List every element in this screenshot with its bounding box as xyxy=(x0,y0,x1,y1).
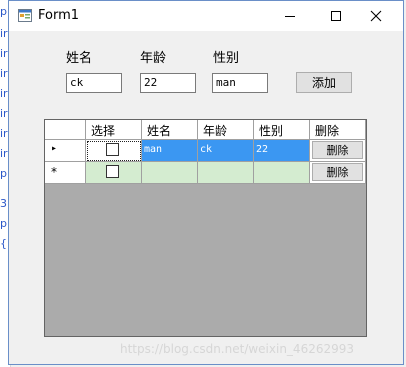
name-label: 姓名 xyxy=(66,51,93,66)
age-input[interactable]: 22 xyxy=(140,73,196,93)
gender-input[interactable]: man xyxy=(212,73,268,93)
title-bar[interactable]: Form1 xyxy=(9,1,403,31)
age-label: 年龄 xyxy=(140,51,167,66)
window-title: Form1 xyxy=(38,8,80,23)
column-header-delete[interactable]: 删除 xyxy=(310,120,366,140)
table-row[interactable]: ▸ man ck 22 删除 xyxy=(45,140,366,162)
name-cell[interactable]: man xyxy=(142,140,198,162)
gender-label: 性别 xyxy=(213,51,240,66)
grid-corner-cell xyxy=(45,120,86,140)
name-cell[interactable] xyxy=(142,162,198,184)
current-row-indicator-icon: ▸ xyxy=(51,143,58,154)
delete-row-button[interactable]: 删除 xyxy=(312,141,363,159)
delete-cell: 删除 xyxy=(310,140,366,162)
minimize-button[interactable] xyxy=(267,1,313,31)
age-cell[interactable]: ck xyxy=(198,140,254,162)
select-cell[interactable] xyxy=(86,162,142,184)
gender-cell[interactable] xyxy=(254,162,310,184)
app-icon xyxy=(18,9,32,22)
column-header-age[interactable]: 年龄 xyxy=(198,120,254,140)
close-button[interactable] xyxy=(353,1,399,31)
table-row-new[interactable]: * 删除 xyxy=(45,162,366,184)
column-header-name[interactable]: 姓名 xyxy=(142,120,198,140)
minimize-icon xyxy=(285,16,295,17)
column-header-gender[interactable]: 性别 xyxy=(254,120,310,140)
maximize-icon xyxy=(331,11,341,21)
form-window: Form1 姓名 年龄 性别 ck 22 man 添加 选择 姓名 年龄 性别 … xyxy=(8,0,404,365)
data-grid[interactable]: 选择 姓名 年龄 性别 删除 ▸ man ck 22 删除 * 删除 xyxy=(44,119,367,337)
delete-cell: 删除 xyxy=(310,162,366,184)
age-cell[interactable] xyxy=(198,162,254,184)
watermark: https://blog.csdn.net/weixin_46262993 xyxy=(120,342,355,356)
grid-header-row: 选择 姓名 年龄 性别 删除 xyxy=(45,120,366,140)
new-row-indicator-icon: * xyxy=(51,165,57,179)
add-button[interactable]: 添加 xyxy=(296,72,352,93)
row-checkbox[interactable] xyxy=(106,143,119,156)
delete-row-button[interactable]: 删除 xyxy=(312,163,363,181)
row-header[interactable]: * xyxy=(45,162,86,184)
row-checkbox[interactable] xyxy=(106,165,119,178)
gender-cell[interactable]: 22 xyxy=(254,140,310,162)
select-cell[interactable] xyxy=(86,140,142,162)
row-header[interactable]: ▸ xyxy=(45,140,86,162)
column-header-select[interactable]: 选择 xyxy=(86,120,142,140)
close-icon xyxy=(370,10,382,22)
name-input[interactable]: ck xyxy=(66,73,122,93)
